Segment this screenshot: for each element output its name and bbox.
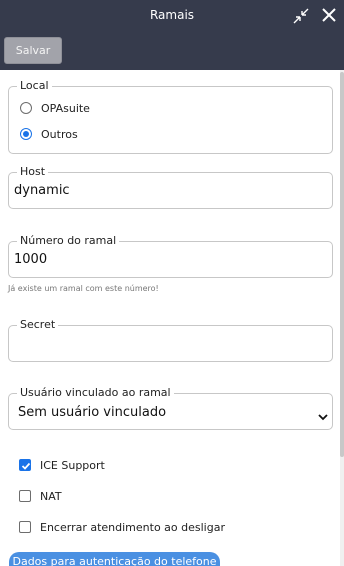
phone-auth-section-tab[interactable]: Dados para autenticação do telefone xyxy=(9,552,220,566)
checkbox-ice-support-box[interactable] xyxy=(19,459,31,471)
host-field[interactable]: Host dynamic xyxy=(8,165,333,209)
checkbox-nat-label: NAT xyxy=(40,490,62,503)
radio-label-opasuite: OPAsuite xyxy=(41,102,90,115)
secret-field[interactable]: Secret xyxy=(8,318,333,362)
extension-number-label: Número do ramal xyxy=(17,234,120,248)
close-icon[interactable] xyxy=(320,6,338,24)
radio-button-opasuite[interactable] xyxy=(20,102,32,114)
linked-user-value[interactable]: Sem usuário vinculado xyxy=(18,405,166,420)
local-fieldset: Local OPAsuite Outros xyxy=(8,79,333,154)
extension-number-input[interactable]: 1000 xyxy=(14,252,47,267)
linked-user-select[interactable]: Usuário vinculado ao ramal Sem usuário v… xyxy=(8,386,333,430)
checkbox-ice-support-label: ICE Support xyxy=(40,459,105,472)
radio-button-outros[interactable] xyxy=(20,128,32,140)
local-legend: Local xyxy=(17,79,52,93)
extension-number-hint: Já existe um ramal com este número! xyxy=(8,284,159,293)
checkbox-end-call-on-hangup-label: Encerrar atendimento ao desligar xyxy=(40,521,225,534)
host-label: Host xyxy=(17,165,49,179)
radio-label-outros: Outros xyxy=(41,128,78,141)
window-titlebar: Ramais xyxy=(0,0,344,32)
checkbox-nat-box[interactable] xyxy=(19,490,31,502)
linked-user-label: Usuário vinculado ao ramal xyxy=(17,386,174,400)
checkbox-end-call-on-hangup-box[interactable] xyxy=(19,521,31,533)
extension-number-field[interactable]: Número do ramal 1000 xyxy=(8,234,333,278)
host-input[interactable]: dynamic xyxy=(14,183,70,198)
chevron-down-icon[interactable] xyxy=(318,407,328,421)
shrink-arrows-icon[interactable] xyxy=(292,7,310,25)
check-icon xyxy=(21,462,31,470)
secret-label: Secret xyxy=(17,318,59,332)
toolbar: Salvar xyxy=(0,32,344,70)
save-button[interactable]: Salvar xyxy=(4,37,62,64)
scrollbar-thumb[interactable] xyxy=(340,72,344,457)
